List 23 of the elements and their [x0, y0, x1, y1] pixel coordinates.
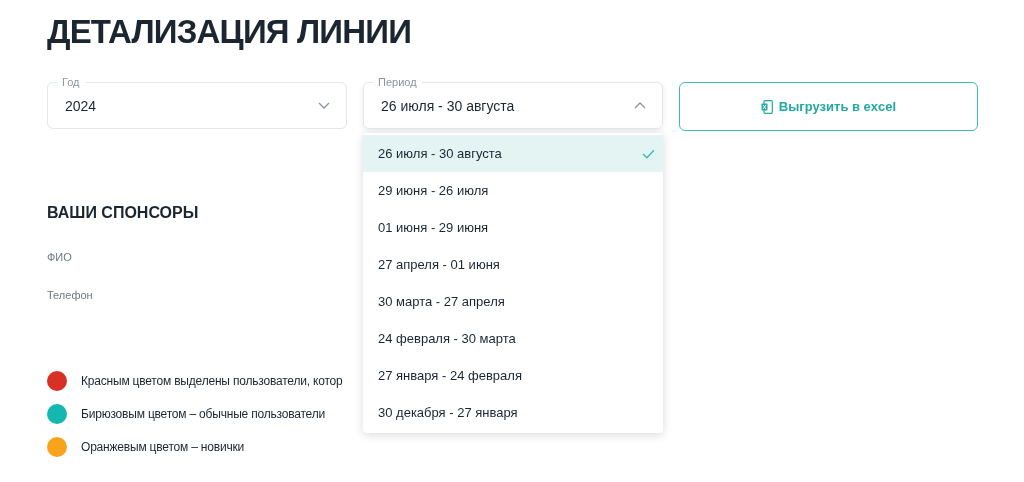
chevron-up-icon [634, 102, 646, 109]
field-value: 26 июля - 30 августа [381, 97, 515, 116]
legend-text: Бирюзовым цветом – обычные пользователи [81, 406, 325, 423]
field-value: 2024 [65, 97, 97, 116]
chevron-down-icon [318, 102, 330, 109]
dropdown-option[interactable]: 24 февраля - 30 марта [363, 320, 663, 357]
dropdown-option[interactable]: 01 июня - 29 июня [363, 209, 663, 246]
checkmark-icon [642, 148, 655, 159]
dropdown-option[interactable]: 30 марта - 27 апреля [363, 283, 663, 320]
dropdown-option[interactable]: 29 июня - 26 июля [363, 172, 663, 209]
field-label: Период [373, 75, 422, 89]
spreadsheet-icon [760, 99, 773, 114]
section-heading: ВАШИ СПОНСОРЫ [47, 203, 199, 223]
dropdown-option[interactable]: 26 июля - 30 августа [363, 135, 663, 172]
field-label: Телефон [47, 288, 93, 303]
field-label: ФИО [47, 250, 72, 265]
field-label: Год [57, 75, 85, 89]
page-title: ДЕТАЛИЗАЦИЯ ЛИНИИ [47, 12, 412, 52]
dropdown-option[interactable]: 27 апреля - 01 июня [363, 246, 663, 283]
dropdown-option[interactable]: 27 января - 24 февраля [363, 357, 663, 394]
dropdown-option[interactable]: 30 декабря - 27 января [363, 394, 663, 431]
legend-text: Оранжевым цветом – новички [81, 439, 244, 456]
legend-text: Красным цветом выделены пользователи, котор [81, 373, 343, 390]
